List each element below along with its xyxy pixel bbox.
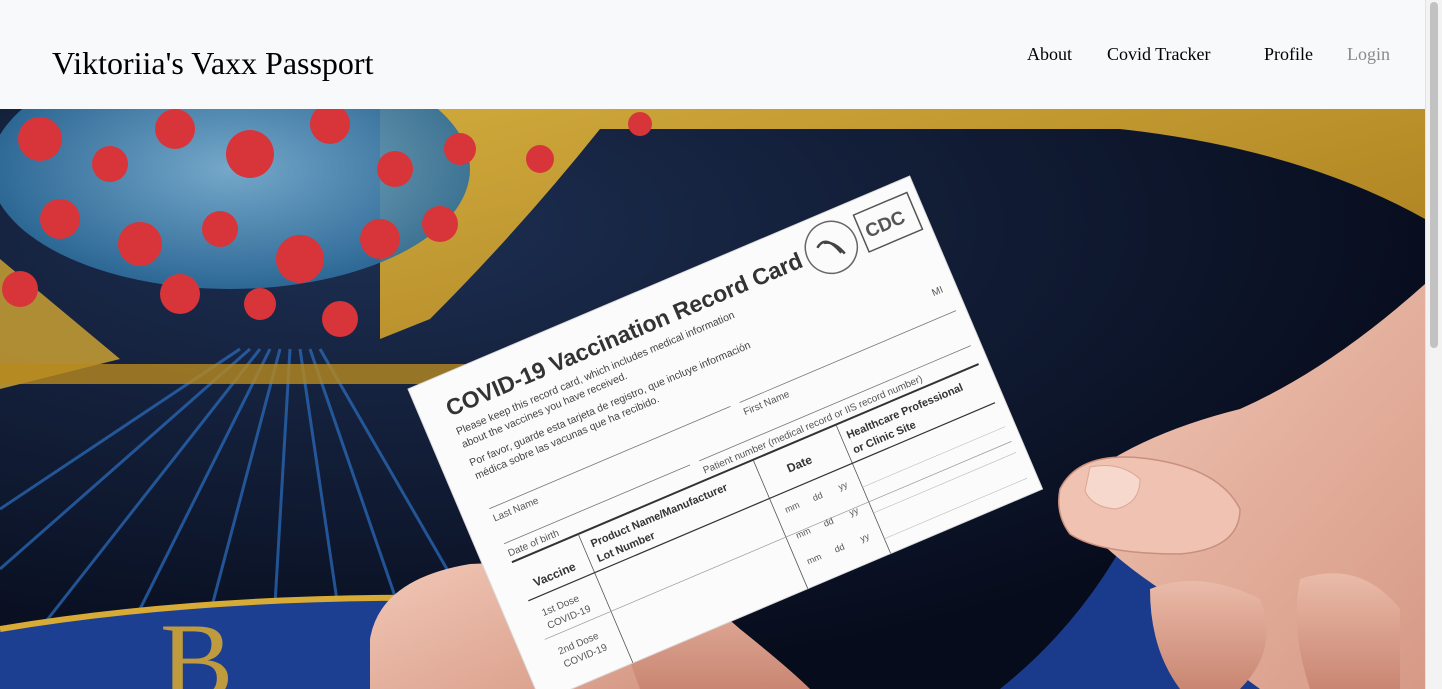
nav-profile-link[interactable]: Profile <box>1264 42 1313 66</box>
brand-title[interactable]: Viktoriia's Vaxx Passport <box>52 41 373 85</box>
top-navbar: Viktoriia's Vaxx Passport About Covid Tr… <box>0 0 1425 109</box>
scrollbar-thumb[interactable] <box>1430 2 1438 348</box>
nav-covid-tracker-link[interactable]: Covid Tracker <box>1107 42 1211 66</box>
hero-image: B COVID-19 Vaccination Record Card Pleas… <box>0 109 1425 689</box>
page-scrollbar[interactable] <box>1425 0 1442 689</box>
nav-login-link[interactable]: Login <box>1347 42 1390 66</box>
svg-text:B: B <box>160 601 233 689</box>
nav-about-link[interactable]: About <box>1027 42 1072 66</box>
